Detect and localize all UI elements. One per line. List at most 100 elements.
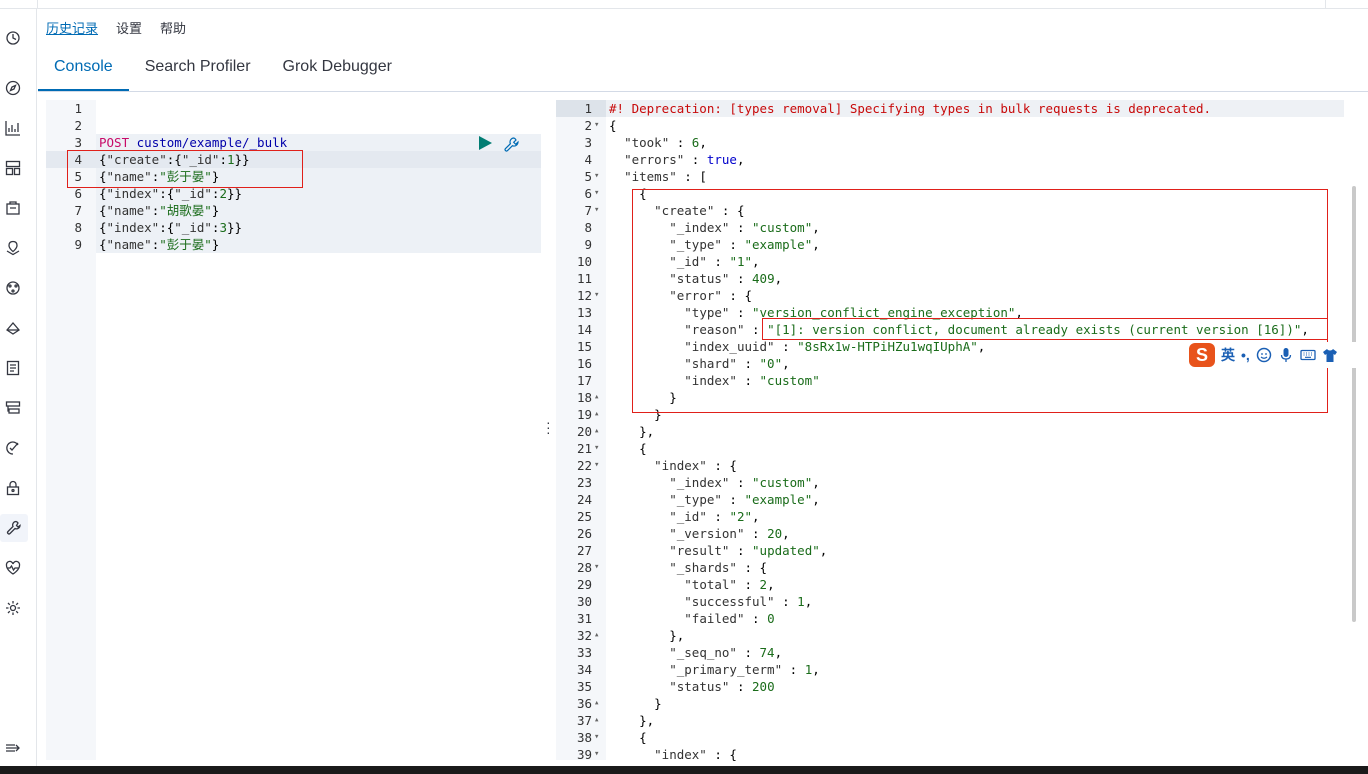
- request-line-text: {"index":{"_id":3}}: [99, 220, 243, 235]
- fold-toggle-icon: ▾: [594, 460, 600, 470]
- request-line[interactable]: 3 POST custom/example/_bulk: [46, 134, 541, 151]
- response-scrollbar[interactable]: [1352, 186, 1356, 622]
- response-line: 21 ▾ {: [556, 440, 1356, 457]
- response-line-text: #! Deprecation: [types removal] Specifyi…: [609, 101, 1212, 116]
- request-line[interactable]: 2: [46, 117, 541, 134]
- monitoring-icon[interactable]: [4, 559, 22, 577]
- line-number: 33: [576, 645, 592, 660]
- response-line-text: }: [609, 696, 662, 711]
- request-line[interactable]: 9 {"name":"彭于晏"}: [46, 236, 541, 253]
- response-line: 26 "_version" : 20,: [556, 525, 1356, 542]
- line-number: 20: [576, 424, 592, 439]
- response-line-text: "_version" : 20,: [669, 526, 790, 541]
- resizer-handle-icon[interactable]: · · ·: [546, 415, 551, 439]
- play-icon[interactable]: [478, 136, 492, 150]
- request-line-text: {"name":"胡歌晏"}: [99, 203, 220, 218]
- response-line-text: "status" : 200: [669, 679, 775, 694]
- ml-icon[interactable]: [4, 279, 22, 297]
- fold-toggle-icon: ▾: [594, 749, 600, 759]
- request-method: POST: [99, 135, 130, 150]
- fold-toggle-icon: ▴: [594, 715, 600, 725]
- tab-grok-debugger[interactable]: Grok Debugger: [267, 52, 408, 91]
- line-number: 38: [576, 730, 592, 745]
- fold-toggle-icon: ▴: [594, 698, 600, 708]
- management-icon[interactable]: [4, 599, 22, 617]
- skin-shirt-icon[interactable]: [1322, 347, 1338, 363]
- tab-console[interactable]: Console: [38, 52, 129, 91]
- emoji-icon[interactable]: [1256, 347, 1272, 363]
- line-number: 2: [74, 118, 82, 133]
- response-line: 33 "_seq_no" : 74,: [556, 644, 1356, 661]
- request-line[interactable]: 8 {"index":{"_id":3}}: [46, 219, 541, 236]
- ime-punct-toggle[interactable]: •,: [1241, 347, 1250, 363]
- response-line-text: "_id" : "2",: [669, 509, 760, 524]
- request-editor[interactable]: 1 2 3 POST custom/example/_bulk 4 {"create":{…: [46, 100, 541, 760]
- line-number: 3: [74, 135, 82, 150]
- top-strip: [0, 0, 1368, 9]
- highlight-box-create: [67, 150, 303, 188]
- response-line-text: "items" : [: [624, 169, 707, 184]
- line-number: 28: [576, 560, 592, 575]
- response-line: 28 ▾ "_shards" : {: [556, 559, 1356, 576]
- line-number: 34: [576, 662, 592, 677]
- siem-icon[interactable]: [4, 479, 22, 497]
- line-number: 7: [584, 203, 592, 218]
- response-line: 24 "_type" : "example",: [556, 491, 1356, 508]
- request-line-text: {"name":"彭于晏"}: [99, 237, 220, 252]
- line-number: 29: [576, 577, 592, 592]
- history-link[interactable]: 历史记录: [46, 18, 98, 38]
- line-number: 35: [576, 679, 592, 694]
- highlight-box-reason: [762, 318, 1328, 340]
- help-link[interactable]: 帮助: [160, 18, 186, 38]
- response-line: 36 ▴ }: [556, 695, 1356, 712]
- response-line-text: {: [609, 441, 647, 456]
- infrastructure-icon[interactable]: [4, 319, 22, 337]
- response-line-text: "_type" : "example",: [669, 492, 820, 507]
- sogou-logo-icon[interactable]: S: [1189, 343, 1215, 367]
- sidebar-nav: [0, 9, 37, 766]
- keyboard-icon[interactable]: [1300, 347, 1316, 363]
- pane-resizer[interactable]: · · ·: [541, 100, 556, 760]
- line-number: 15: [576, 339, 592, 354]
- request-url: custom/example/_bulk: [136, 135, 288, 150]
- line-number: 19: [576, 407, 592, 422]
- line-number: 5: [584, 169, 592, 184]
- response-line-text: "_primary_term" : 1,: [669, 662, 820, 677]
- response-line: 5 ▾ "items" : [: [556, 168, 1356, 185]
- response-line: 27 "result" : "updated",: [556, 542, 1356, 559]
- response-line-text: },: [609, 424, 655, 439]
- canvas-icon[interactable]: [4, 199, 22, 217]
- ime-mode-toggle[interactable]: 英: [1221, 345, 1235, 365]
- response-line-text: "successful" : 1,: [684, 594, 813, 609]
- wrench-icon[interactable]: [504, 136, 520, 152]
- top-links: 历史记录 设置 帮助: [46, 18, 186, 38]
- logs-icon[interactable]: [4, 359, 22, 377]
- tab-search-profiler[interactable]: Search Profiler: [129, 52, 267, 91]
- collapse-icon[interactable]: [4, 739, 22, 757]
- maps-icon[interactable]: [4, 239, 22, 257]
- line-number: 8: [584, 220, 592, 235]
- response-line: 34 "_primary_term" : 1,: [556, 661, 1356, 678]
- fold-toggle-icon: ▴: [594, 392, 600, 402]
- response-line-text: {: [609, 730, 647, 745]
- dev-tools-icon[interactable]: [0, 514, 28, 542]
- compass-icon[interactable]: [4, 79, 22, 97]
- request-line[interactable]: 1: [46, 100, 541, 117]
- uptime-icon[interactable]: [4, 439, 22, 457]
- line-number: 23: [576, 475, 592, 490]
- response-line-text: "index" : {: [654, 458, 737, 473]
- highlight-box-create-result: [632, 189, 1328, 413]
- line-number: 22: [576, 458, 592, 473]
- response-line-text: "_shards" : {: [669, 560, 768, 575]
- response-line: 20 ▴ },: [556, 423, 1356, 440]
- response-line-text: "index" : {: [654, 747, 737, 762]
- line-number: 6: [584, 186, 592, 201]
- settings-link[interactable]: 设置: [116, 18, 142, 38]
- dashboard-icon[interactable]: [4, 159, 22, 177]
- microphone-icon[interactable]: [1278, 347, 1294, 363]
- visualize-icon[interactable]: [4, 119, 22, 137]
- request-line[interactable]: 7 {"name":"胡歌晏"}: [46, 202, 541, 219]
- clock-icon[interactable]: [4, 29, 22, 47]
- apm-icon[interactable]: [4, 399, 22, 417]
- line-number: 37: [576, 713, 592, 728]
